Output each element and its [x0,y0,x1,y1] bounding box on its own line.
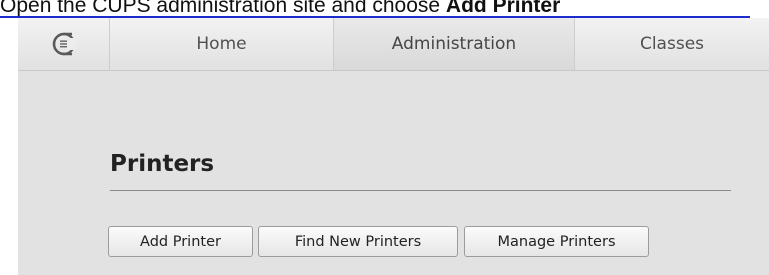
add-printer-button[interactable]: Add Printer [108,226,253,257]
cups-admin-page: Home Administration Classes Printers Add… [18,18,769,275]
printers-heading: Printers [110,151,215,177]
tab-home-label: Home [196,34,247,54]
tab-classes[interactable]: Classes [575,18,769,70]
tab-home[interactable]: Home [110,18,334,70]
cups-logo-svg [52,32,76,56]
screenshot-frame: Open the CUPS administration site and ch… [0,0,769,275]
heading-divider [110,190,731,191]
tab-classes-label: Classes [639,34,705,54]
manage-printers-button[interactable]: Manage Printers [464,226,649,257]
navigation-bar: Home Administration Classes [18,18,769,71]
caption-text: Open the CUPS administration site and ch… [0,0,446,17]
tab-administration-label: Administration [391,34,517,54]
tab-administration[interactable]: Administration [334,18,575,70]
cups-logo-icon[interactable] [18,18,110,70]
find-new-printers-button[interactable]: Find New Printers [258,226,458,257]
caption-bold-text: Add Printer [445,0,561,17]
